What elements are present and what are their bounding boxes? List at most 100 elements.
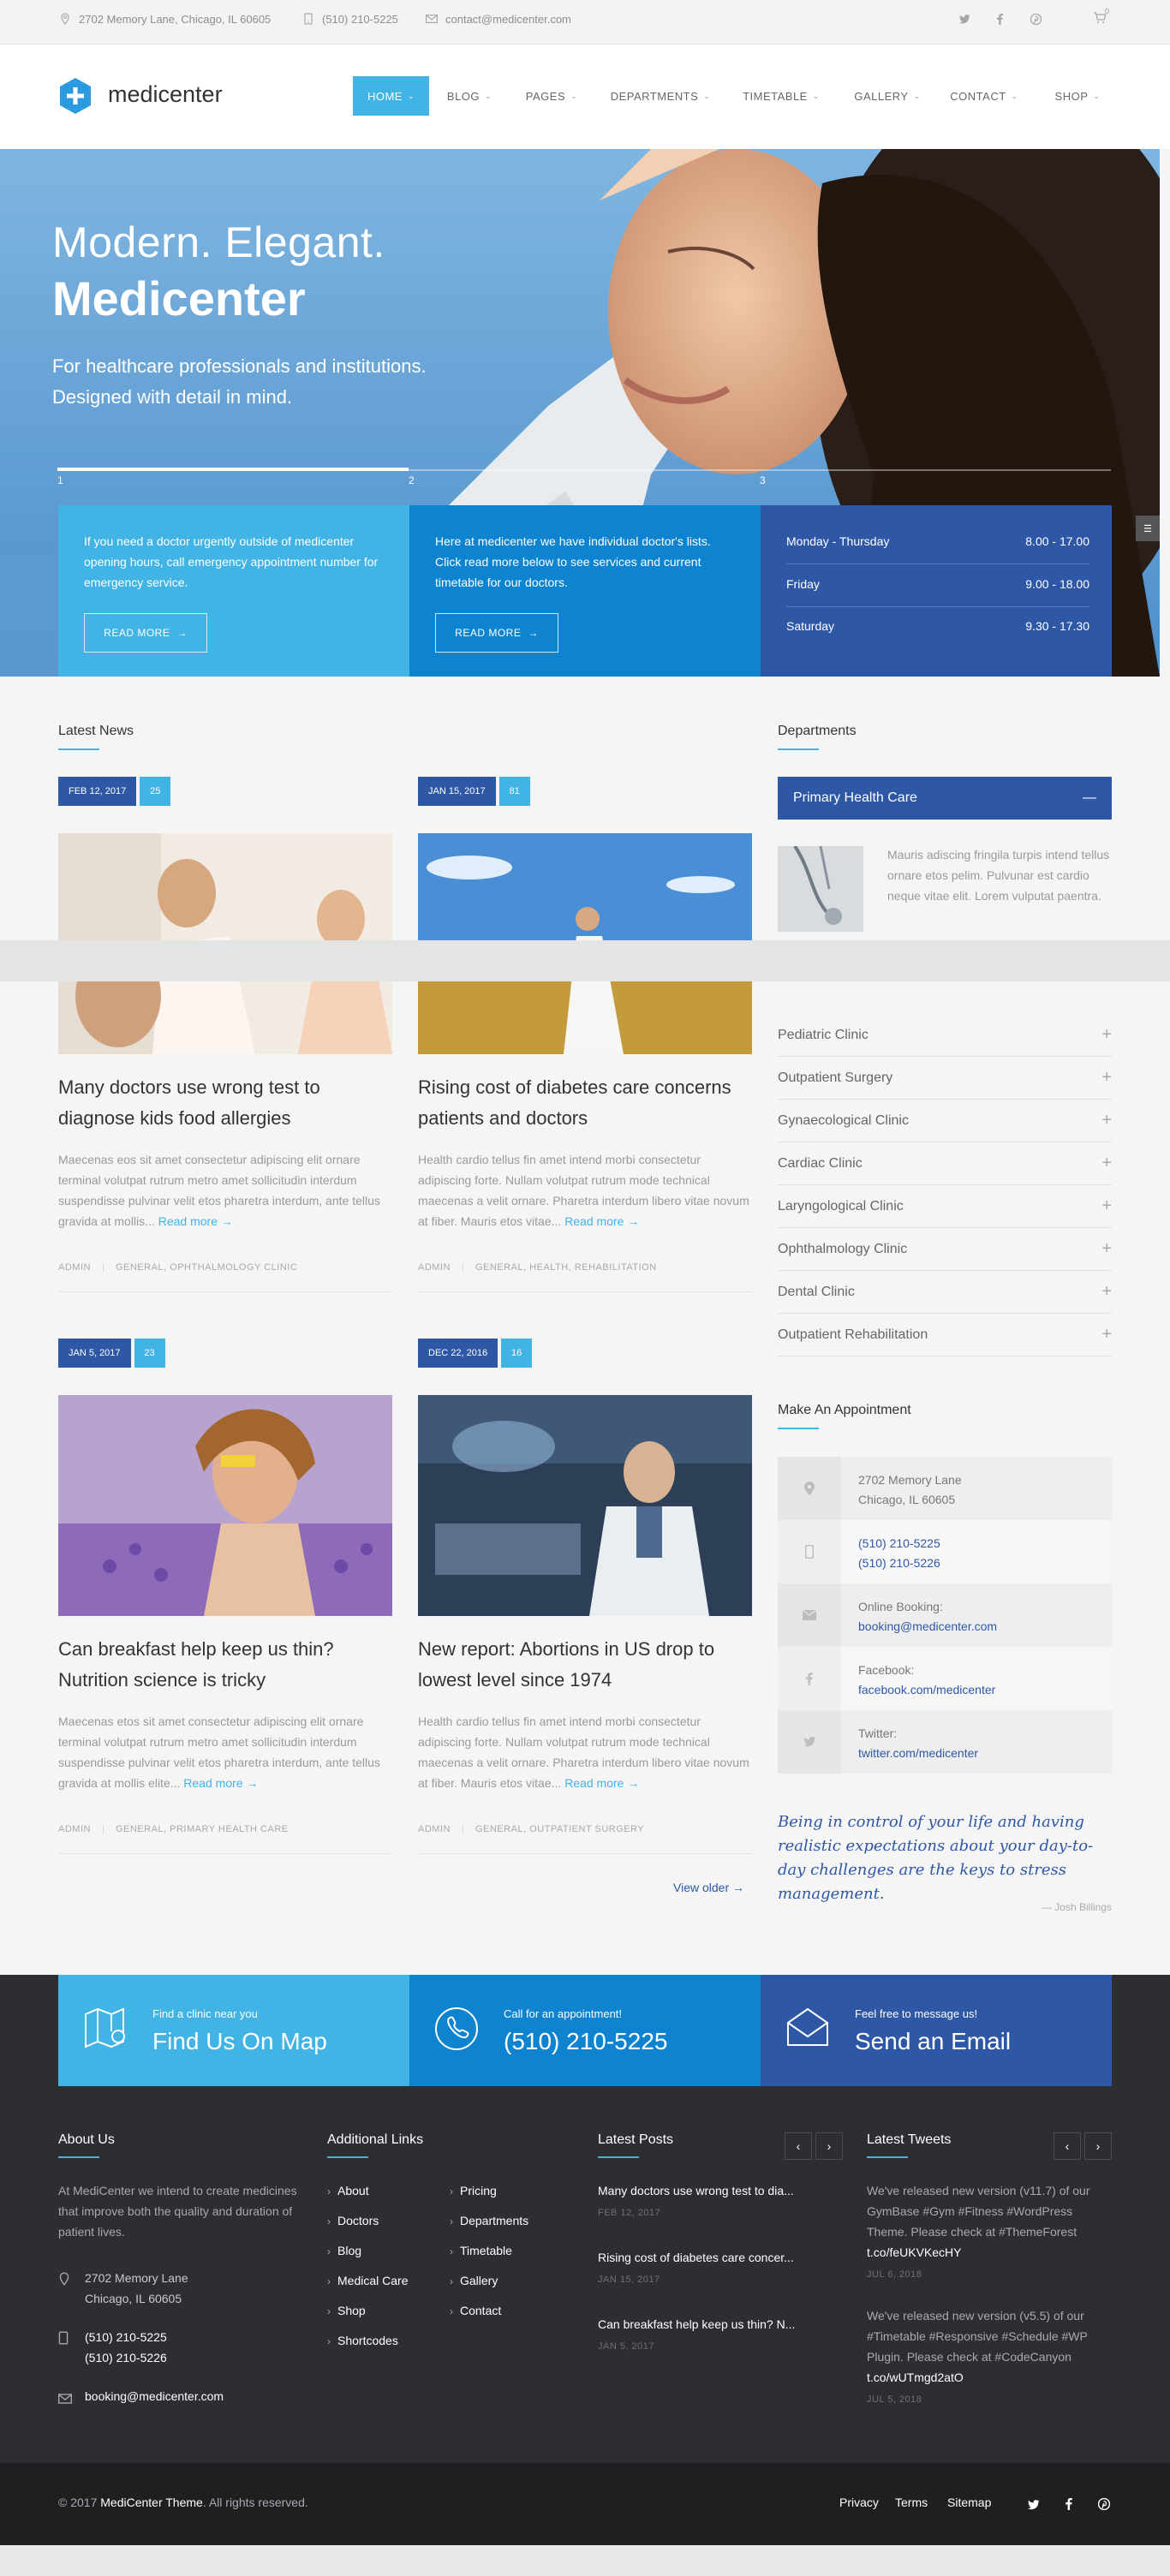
nav-shop[interactable]: SHOP ⌄ <box>1043 76 1112 116</box>
footer-link[interactable]: › Medical Care <box>327 2274 408 2287</box>
footer-phones[interactable]: (510) 210-5225 (510) 210-5226 <box>85 2327 167 2368</box>
footer-email[interactable]: booking@medicenter.com <box>85 2386 224 2406</box>
nav-departments[interactable]: DEPARTMENTS ⌄ <box>605 76 716 116</box>
department-item[interactable]: Pediatric Clinic + <box>778 1014 1112 1057</box>
twitter-icon[interactable] <box>959 14 970 27</box>
read-more-button[interactable]: READ MORE → <box>84 613 207 653</box>
appointment-booking-link[interactable]: booking@medicenter.com <box>858 1617 997 1637</box>
department-item[interactable]: Cardiac Clinic + <box>778 1142 1112 1185</box>
footer-link[interactable]: › About <box>327 2184 369 2197</box>
footer-link[interactable]: › Shop <box>327 2304 366 2317</box>
appointment-facebook-link[interactable]: facebook.com/medicenter <box>858 1680 995 1700</box>
copyright-brand-link[interactable]: MediCenter Theme <box>100 2496 203 2509</box>
topbar-phone[interactable]: (510) 210-5225 <box>301 12 398 26</box>
department-label: Laryngological Clinic <box>778 1198 904 1213</box>
read-more-link[interactable]: Read more → <box>564 1214 639 1228</box>
post-title[interactable]: Many doctors use wrong test to diagnose k… <box>58 1072 392 1134</box>
tweet-link[interactable]: t.co/wUTmgd2atO <box>867 2367 1115 2388</box>
read-more-button[interactable]: READ MORE → <box>435 613 558 653</box>
department-accordion-active[interactable]: Primary Health Care — <box>778 777 1112 820</box>
posts-next-button[interactable]: › <box>815 2132 843 2160</box>
post-author[interactable]: ADMIN <box>418 1262 451 1273</box>
footer-link[interactable]: › Timetable <box>450 2244 512 2257</box>
footer-link[interactable]: › Shortcodes <box>327 2334 398 2347</box>
facebook-icon[interactable] <box>1066 2498 1072 2514</box>
tweets-next-button[interactable]: › <box>1084 2132 1112 2160</box>
bottom-link-terms[interactable]: Terms <box>895 2496 928 2509</box>
footer-post-title[interactable]: Rising cost of diabetes care concer... <box>598 2251 812 2264</box>
footer-link[interactable]: › Departments <box>450 2214 528 2227</box>
nav-home[interactable]: HOME ⌄ <box>353 76 429 116</box>
comment-count[interactable]: 25 <box>140 777 171 806</box>
logo-text[interactable]: medicenter <box>108 81 223 108</box>
footer-phone[interactable]: (510) 210-5225 <box>85 2327 167 2347</box>
cta-find-on-map[interactable]: Find a clinic near you Find Us On Map <box>58 1975 409 2086</box>
tweets-prev-button[interactable]: ‹ <box>1054 2132 1081 2160</box>
cta-call[interactable]: Call for an appointment! (510) 210-5225 <box>409 1975 761 2086</box>
side-settings-tab[interactable]: ☰ <box>1136 516 1160 541</box>
appointment-phone-link[interactable]: (510) 210-5225 <box>858 1534 940 1553</box>
nav-pages[interactable]: PAGES ⌄ <box>517 76 586 116</box>
logo-icon[interactable] <box>58 77 93 115</box>
post-author[interactable]: ADMIN <box>58 1824 91 1834</box>
footer-link[interactable]: › Doctors <box>327 2214 379 2227</box>
post-title[interactable]: Can breakfast help keep us thin? Nutritio… <box>58 1634 392 1696</box>
pinterest-icon[interactable] <box>1097 2497 1111 2514</box>
slide-indicator-3[interactable]: 3 <box>760 474 766 486</box>
department-item[interactable]: Outpatient Rehabilitation + <box>778 1314 1112 1357</box>
read-more-link[interactable]: Read more → <box>183 1776 258 1790</box>
topbar-email[interactable]: contact@medicenter.com <box>425 12 571 26</box>
view-older-link[interactable]: View older → <box>673 1881 744 1894</box>
chevron-down-icon: ⌄ <box>1011 91 1018 100</box>
slide-indicator-1[interactable]: 1 <box>57 474 63 486</box>
footer-post-title[interactable]: Many doctors use wrong test to dia... <box>598 2184 812 2197</box>
nav-timetable[interactable]: TIMETABLE ⌄ <box>734 76 828 116</box>
footer-link[interactable]: › Blog <box>327 2244 361 2257</box>
post-date-badge: JAN 5, 2017 23 <box>58 1339 165 1368</box>
appointment-twitter-link[interactable]: twitter.com/medicenter <box>858 1744 978 1763</box>
pinterest-icon[interactable] <box>1030 13 1042 27</box>
cta-email[interactable]: Feel free to message us! Send an Email <box>761 1975 1112 2086</box>
department-item[interactable]: Ophthalmology Clinic + <box>778 1228 1112 1271</box>
nav-gallery[interactable]: GALLERY ⌄ <box>846 76 928 116</box>
footer-link[interactable]: › Contact <box>450 2304 501 2317</box>
footer-post-title[interactable]: Can breakfast help keep us thin? N... <box>598 2317 812 2331</box>
post-categories[interactable]: GENERAL, OUTPATIENT SURGERY <box>475 1824 644 1834</box>
post-categories[interactable]: GENERAL, OPHTHALMOLOGY CLINIC <box>116 1262 297 1273</box>
post-author[interactable]: ADMIN <box>418 1824 451 1834</box>
comment-count[interactable]: 81 <box>498 777 530 806</box>
department-label: Gynaecological Clinic <box>778 1112 909 1128</box>
department-item[interactable]: Gynaecological Clinic + <box>778 1100 1112 1142</box>
slide-indicator-2[interactable]: 2 <box>409 474 415 486</box>
department-description: Mauris adiscing fringila turpis intend t… <box>887 848 1110 903</box>
twitter-icon[interactable] <box>1028 2499 1040 2514</box>
department-item[interactable]: Laryngological Clinic + <box>778 1185 1112 1228</box>
footer-link-label: Blog <box>337 2244 362 2257</box>
post-image[interactable] <box>418 1395 752 1616</box>
plus-icon: + <box>1101 1325 1112 1344</box>
nav-contact[interactable]: CONTACT ⌄ <box>942 76 1026 116</box>
nav-blog[interactable]: BLOG ⌄ <box>439 76 499 116</box>
read-more-link[interactable]: Read more → <box>564 1776 639 1790</box>
comment-count[interactable]: 16 <box>501 1339 533 1368</box>
footer-link[interactable]: › Pricing <box>450 2184 497 2197</box>
tweet-link[interactable]: t.co/feUKVKecHY <box>867 2242 1115 2263</box>
post-categories[interactable]: GENERAL, HEALTH, REHABILITATION <box>475 1262 657 1273</box>
post-author[interactable]: ADMIN <box>58 1262 91 1273</box>
footer-link[interactable]: › Gallery <box>450 2274 498 2287</box>
facebook-icon[interactable] <box>997 14 1003 27</box>
footer-phone[interactable]: (510) 210-5226 <box>85 2347 167 2368</box>
bottom-link-privacy[interactable]: Privacy <box>839 2496 879 2509</box>
department-item[interactable]: Outpatient Surgery + <box>778 1057 1112 1100</box>
department-item[interactable]: Dental Clinic + <box>778 1271 1112 1314</box>
post-title[interactable]: Rising cost of diabetes care concerns pat… <box>418 1072 752 1134</box>
comment-count[interactable]: 23 <box>134 1339 165 1368</box>
bottom-link-sitemap[interactable]: Sitemap <box>947 2496 991 2509</box>
posts-prev-button[interactable]: ‹ <box>785 2132 812 2160</box>
post-title[interactable]: New report: Abortions in US drop to lowes… <box>418 1634 752 1696</box>
cart-icon[interactable]: 0 <box>1093 7 1109 27</box>
read-more-link[interactable]: Read more → <box>158 1214 233 1228</box>
appointment-phone-link[interactable]: (510) 210-5226 <box>858 1553 940 1573</box>
post-categories[interactable]: GENERAL, PRIMARY HEALTH CARE <box>116 1824 289 1834</box>
post-image[interactable] <box>58 1395 392 1616</box>
